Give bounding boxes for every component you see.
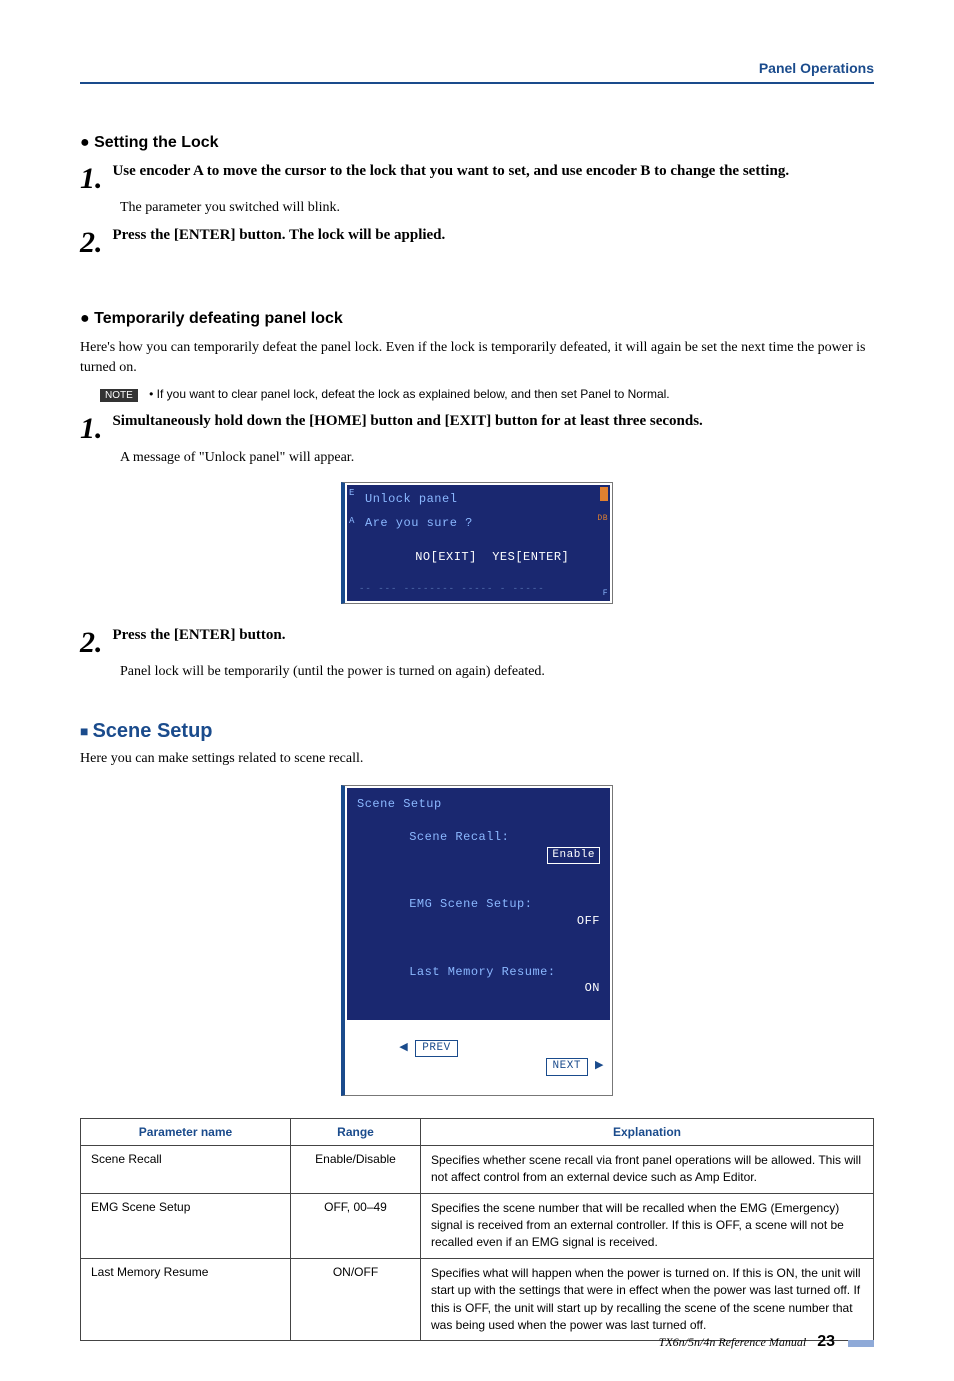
- temp-defeat-heading-text: Temporarily defeating panel lock: [94, 310, 343, 327]
- lcd-marker-a: A: [349, 515, 355, 528]
- lcd2-title: Scene Setup: [357, 796, 600, 813]
- temp-defeat-intro: Here's how you can temporarily defeat th…: [80, 338, 874, 377]
- setting-lock-heading: ● Setting the Lock: [80, 134, 874, 152]
- table-row: Last Memory Resume ON/OFF Specifies what…: [81, 1258, 874, 1341]
- note-row: NOTE • If you want to clear panel lock, …: [100, 387, 874, 401]
- lcd-dim-row: -- --- -------- ----- - -----: [355, 583, 602, 596]
- lcd-marker-orange: [600, 487, 608, 501]
- setlock-step-1: 1. Use encoder A to move the cursor to t…: [80, 162, 874, 196]
- lcd-marker-e: E: [349, 487, 355, 500]
- lcd-unlock-panel: E A DB F Unlock panel Are you sure ? NO[…: [341, 482, 613, 605]
- lcd2-row0-label: Scene Recall:: [409, 830, 509, 844]
- cell-expl: Specifies the scene number that will be …: [421, 1193, 874, 1258]
- setlock-step-2: 2. Press the [ENTER] button. The lock wi…: [80, 226, 874, 260]
- parameter-table: Parameter name Range Explanation Scene R…: [80, 1118, 874, 1342]
- th-range: Range: [291, 1118, 421, 1145]
- step-number: 1.: [80, 162, 108, 196]
- lcd2-row2-value: ON: [585, 981, 600, 995]
- cell-expl: Specifies what will happen when the powe…: [421, 1258, 874, 1341]
- square-icon: ■: [80, 723, 88, 739]
- footer-page-number: 23: [817, 1333, 835, 1350]
- scene-setup-intro: Here you can make settings related to sc…: [80, 749, 874, 769]
- note-badge: NOTE: [100, 389, 138, 402]
- th-parameter-name: Parameter name: [81, 1118, 291, 1145]
- step-title: Press the [ENTER] button. The lock will …: [112, 227, 445, 243]
- scene-setup-heading-text: Scene Setup: [92, 720, 212, 742]
- tempdef-step-1: 1. Simultaneously hold down the [HOME] b…: [80, 412, 874, 446]
- table-header-row: Parameter name Range Explanation: [81, 1118, 874, 1145]
- footer-manual-name: TX6n/5n/4n Reference Manual: [659, 1335, 807, 1349]
- step-title: Press the [ENTER] button.: [112, 627, 285, 643]
- cell-name: Last Memory Resume: [81, 1258, 291, 1341]
- lcd-line1: Unlock panel: [365, 492, 457, 506]
- table-row: EMG Scene Setup OFF, 00–49 Specifies the…: [81, 1193, 874, 1258]
- lcd2-prev-arrow: ◀: [399, 1042, 415, 1054]
- step-subtext: Panel lock will be temporarily (until th…: [120, 664, 874, 680]
- table-row: Scene Recall Enable/Disable Specifies wh…: [81, 1145, 874, 1193]
- lcd-scene-setup: Scene Setup Scene Recall: Enable EMG Sce…: [341, 785, 613, 1096]
- step-subtext: The parameter you switched will blink.: [120, 200, 874, 216]
- step-number: 2.: [80, 626, 108, 660]
- lcd2-row2-label: Last Memory Resume:: [409, 965, 555, 979]
- cell-name: EMG Scene Setup: [81, 1193, 291, 1258]
- note-text: • If you want to clear panel lock, defea…: [149, 387, 670, 401]
- lcd-no: NO[EXIT]: [415, 550, 477, 564]
- step-number: 2.: [80, 226, 108, 260]
- page-footer: TX6n/5n/4n Reference Manual 23: [659, 1333, 874, 1351]
- step-title: Use encoder A to move the cursor to the …: [112, 163, 789, 179]
- lcd2-next: NEXT: [546, 1058, 588, 1075]
- footer-tick-icon: [848, 1340, 874, 1347]
- lcd-line2: Are you sure ?: [355, 515, 602, 532]
- bullet-icon: ●: [80, 134, 94, 151]
- lcd-marker-db: DB: [597, 513, 608, 524]
- cell-expl: Specifies whether scene recall via front…: [421, 1145, 874, 1193]
- lcd2-row0-value: Enable: [547, 847, 600, 864]
- step-subtext: A message of "Unlock panel" will appear.: [120, 450, 874, 466]
- step-number: 1.: [80, 412, 108, 446]
- scene-setup-heading: ■Scene Setup: [80, 720, 874, 743]
- setting-lock-heading-text: Setting the Lock: [94, 134, 218, 151]
- lcd-yes: YES[ENTER]: [492, 550, 569, 564]
- lcd2-row1-value: OFF: [577, 914, 600, 928]
- step-title: Simultaneously hold down the [HOME] butt…: [112, 413, 702, 429]
- lcd2-next-arrow: ▶: [588, 1060, 604, 1072]
- cell-name: Scene Recall: [81, 1145, 291, 1193]
- temp-defeat-heading: ● Temporarily defeating panel lock: [80, 310, 874, 328]
- page-header-section: Panel Operations: [80, 60, 874, 76]
- header-divider: [80, 82, 874, 84]
- cell-range: OFF, 00–49: [291, 1193, 421, 1258]
- tempdef-step-2: 2. Press the [ENTER] button.: [80, 626, 874, 660]
- lcd-marker-f: F: [603, 588, 608, 599]
- th-explanation: Explanation: [421, 1118, 874, 1145]
- lcd2-prev: PREV: [415, 1040, 457, 1057]
- lcd2-row1-label: EMG Scene Setup:: [409, 897, 532, 911]
- cell-range: ON/OFF: [291, 1258, 421, 1341]
- bullet-icon: ●: [80, 310, 94, 327]
- cell-range: Enable/Disable: [291, 1145, 421, 1193]
